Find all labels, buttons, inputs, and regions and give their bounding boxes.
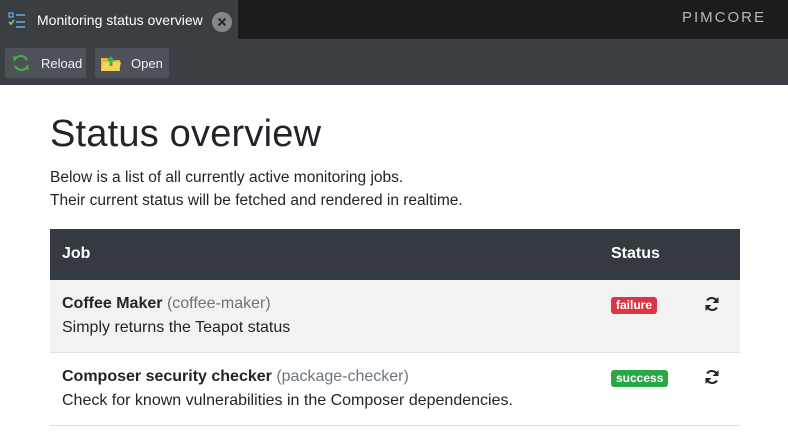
toolbar: Reload Open (0, 39, 788, 85)
tab-title: Monitoring status overview (37, 12, 203, 28)
job-name: Coffee Maker (62, 295, 163, 312)
status-badge: failure (611, 297, 658, 314)
job-name: Composer security checker (62, 368, 272, 385)
folder-open-icon (100, 52, 122, 74)
refresh-icon[interactable] (704, 296, 720, 312)
job-description: Simply returns the Teapot status (62, 319, 291, 336)
refresh-icon[interactable] (704, 369, 720, 385)
job-id: (coffee-maker) (166, 295, 271, 312)
tab-bar: Monitoring status overview PIMCORE (0, 0, 788, 39)
intro-text: Below is a list of all currently active … (50, 166, 463, 212)
job-id: (package-checker) (276, 368, 409, 385)
reload-button[interactable]: Reload (5, 48, 86, 78)
pimcore-logo: PIMCORE (682, 9, 767, 26)
page-title: Status overview (50, 113, 322, 155)
tab-monitoring-status[interactable]: Monitoring status overview (0, 0, 238, 39)
table-row: Composer security checker (package-check… (50, 353, 740, 426)
jobs-table: Job Status Coffee Maker (coffee-maker) S… (50, 229, 740, 426)
intro-line-2: Their current status will be fetched and… (50, 192, 463, 209)
open-label: Open (131, 55, 163, 71)
job-title: Composer security checker (package-check… (62, 368, 409, 386)
job-title: Coffee Maker (coffee-maker) (62, 295, 271, 313)
column-header-job: Job (62, 245, 91, 262)
reload-label: Reload (41, 55, 83, 71)
checklist-icon (8, 11, 26, 29)
close-icon[interactable] (212, 12, 232, 32)
intro-line-1: Below is a list of all currently active … (50, 169, 404, 186)
column-header-status: Status (611, 245, 660, 262)
job-description: Check for known vulnerabilities in the C… (62, 392, 513, 409)
table-header: Job Status (50, 229, 740, 280)
refresh-icon (10, 52, 32, 74)
status-badge: success (611, 370, 669, 387)
table-row: Coffee Maker (coffee-maker) Simply retur… (50, 280, 740, 353)
open-button[interactable]: Open (95, 48, 169, 78)
